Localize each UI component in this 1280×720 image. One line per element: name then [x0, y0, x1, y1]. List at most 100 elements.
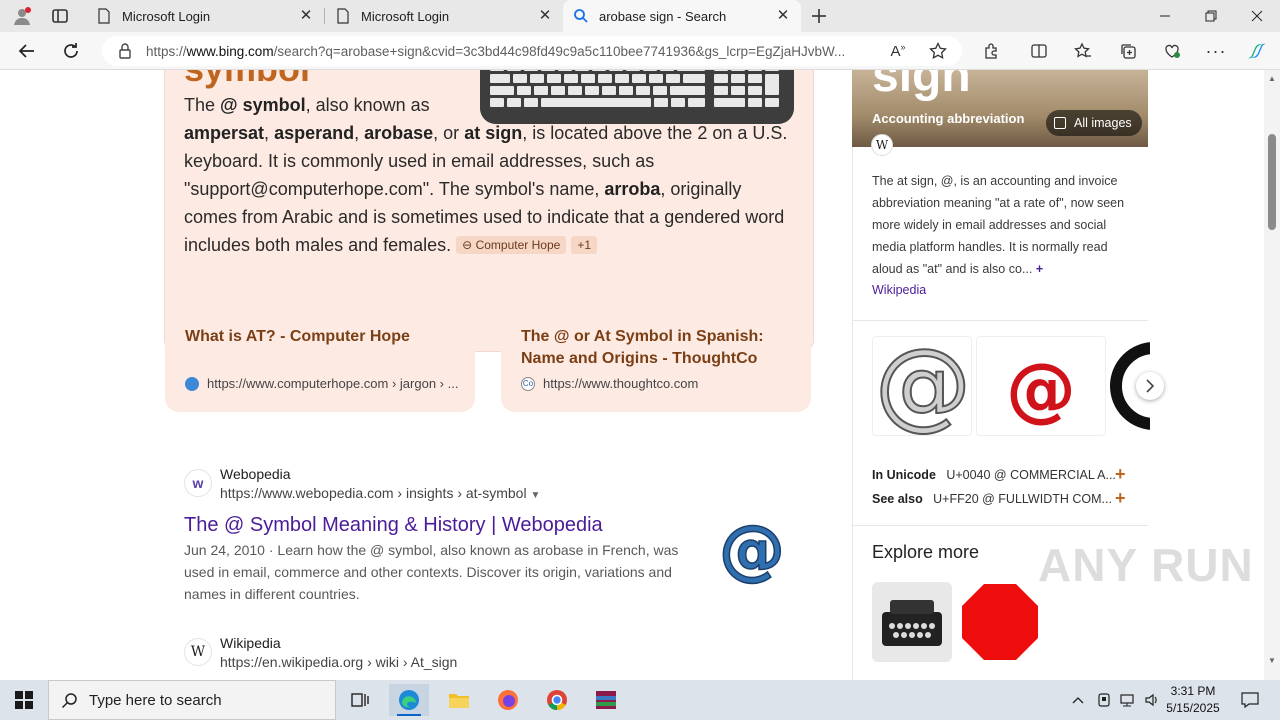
search-icon — [61, 692, 79, 714]
collections-icon[interactable] — [1115, 38, 1141, 64]
chrome-icon[interactable] — [537, 684, 577, 716]
image-thumb-red-at[interactable]: @ — [976, 336, 1106, 436]
tab-label: Microsoft Login — [361, 8, 450, 24]
split-screen-icon[interactable] — [1026, 38, 1052, 64]
new-tab-icon[interactable] — [809, 6, 829, 26]
task-view-icon[interactable] — [340, 684, 380, 716]
result-url-text: https://www.webopedia.com › insights › a… — [220, 485, 527, 501]
refresh-button[interactable] — [58, 38, 84, 64]
settings-more-icon[interactable]: ··· — [1203, 38, 1229, 64]
answer-text-part: , or — [433, 123, 465, 143]
webopedia-favicon-icon: w — [184, 469, 212, 497]
close-window-button[interactable] — [1234, 0, 1280, 32]
scroll-down-icon[interactable]: ▼ — [1268, 656, 1276, 665]
network-icon[interactable] — [1116, 684, 1140, 716]
page-icon — [96, 8, 112, 24]
file-explorer-icon[interactable] — [439, 684, 479, 716]
lock-icon[interactable] — [118, 43, 132, 62]
related-card-computerhope[interactable]: What is AT? - Computer Hope https://www.… — [165, 306, 475, 412]
image-thumb-silver-at[interactable]: @ — [872, 336, 972, 436]
wikipedia-source-link[interactable]: Wikipedia — [872, 283, 926, 297]
answer-text-part: The — [184, 95, 221, 115]
answer-text-part: , — [354, 123, 365, 143]
explore-more-heading: Explore more — [872, 542, 980, 562]
taskbar-search-box[interactable]: Type here to search — [48, 680, 336, 720]
copilot-icon[interactable] — [1244, 38, 1270, 64]
notifications-icon[interactable] — [1230, 684, 1270, 716]
answer-keyword: asperand — [274, 123, 355, 143]
windows-start-icon[interactable] — [4, 684, 44, 716]
explore-thumb-stop-sign[interactable] — [960, 582, 1040, 662]
taskbar-clock[interactable]: 3:31 PM 5/15/2025 — [1160, 683, 1226, 717]
device-icon[interactable] — [1092, 684, 1116, 716]
expand-plus-icon[interactable]: + — [1115, 464, 1126, 485]
page-icon — [335, 8, 351, 24]
url-path: /search?q=arobase+sign&cvid=3c3bd44c98fd… — [273, 43, 846, 59]
card-url: Co https://www.thoughtco.com — [521, 376, 698, 391]
next-images-button[interactable] — [1136, 372, 1164, 400]
result-url[interactable]: https://en.wikipedia.org › wiki › At_sig… — [220, 654, 457, 670]
profile-icon[interactable] — [12, 6, 32, 26]
result-date: Jun 24, 2010 · — [184, 542, 278, 558]
tab-arobase-search[interactable]: arobase sign - Search ✕ — [563, 0, 801, 32]
winrar-icon[interactable] — [586, 684, 626, 716]
result-snippet: Jun 24, 2010 · Learn how the @ symbol, a… — [184, 539, 706, 605]
extensions-icon[interactable] — [978, 38, 1004, 64]
close-icon[interactable]: ✕ — [298, 8, 314, 24]
scrollbar-thumb[interactable] — [1268, 134, 1276, 230]
tab-microsoft-login-2[interactable]: Microsoft Login ✕ — [325, 0, 563, 32]
hero-subtitle: Accounting abbreviation — [872, 111, 1025, 126]
fact-see-also: See also U+FF20 @ FULLWIDTH COM... — [872, 492, 1112, 506]
citation-more-badge[interactable]: +1 — [571, 236, 597, 254]
fact-label: See also — [872, 492, 923, 506]
at-sign-result-image[interactable]: @ — [712, 510, 792, 592]
back-button[interactable] — [14, 38, 40, 64]
close-icon[interactable]: ✕ — [537, 8, 553, 24]
restore-button[interactable] — [1188, 0, 1234, 32]
favorites-icon[interactable] — [1070, 38, 1096, 64]
all-images-button[interactable]: All images — [1046, 110, 1142, 136]
expand-plus-icon[interactable]: + — [1036, 262, 1043, 276]
expand-plus-icon[interactable]: + — [1115, 488, 1126, 509]
close-icon[interactable]: ✕ — [775, 8, 791, 24]
answer-keyword: ampersat — [184, 123, 265, 143]
result-title-link[interactable]: The @ Symbol Meaning & History | Weboped… — [184, 514, 603, 537]
card-title[interactable]: The @ or At Symbol in Spanish: Name and … — [521, 326, 781, 370]
related-card-thoughtco[interactable]: The @ or At Symbol in Spanish: Name and … — [501, 306, 811, 412]
answer-keyword: arroba — [604, 179, 661, 199]
edge-taskbar-icon[interactable] — [389, 684, 429, 716]
divider — [852, 525, 1148, 526]
tab-microsoft-login-1[interactable]: Microsoft Login ✕ — [86, 0, 324, 32]
answer-text-part: , also known as — [305, 95, 430, 115]
url-domain: www.bing.com — [186, 43, 274, 59]
explore-thumb-typewriter[interactable] — [872, 582, 952, 662]
firefox-icon[interactable] — [488, 684, 528, 716]
page-scrollbar[interactable]: ▲ ▼ — [1264, 70, 1280, 680]
read-aloud-icon[interactable]: A» — [885, 38, 911, 64]
url-prefix: https:// — [146, 43, 187, 59]
fact-value: U+FF20 @ FULLWIDTH COM... — [933, 492, 1112, 506]
citation-badge[interactable]: ⊖ Computer Hope — [456, 236, 567, 254]
card-url-text: https://www.thoughtco.com — [543, 376, 699, 391]
answer-keyword: at sign — [464, 123, 523, 143]
card-url: https://www.computerhope.com › jargon › … — [185, 376, 458, 391]
result-url[interactable]: https://www.webopedia.com › insights › a… — [220, 485, 540, 501]
result-site-name: Webopedia — [220, 466, 291, 482]
windows-taskbar: Type here to search 3:31 PM 5/15/2025 — [0, 680, 1280, 720]
address-bar[interactable]: https://www.bing.com/search?q=arobase+si… — [102, 36, 962, 66]
svg-text:@: @ — [719, 512, 785, 588]
watermark-logo: ANY RUN — [1038, 539, 1254, 591]
browser-essentials-icon[interactable] — [1159, 38, 1185, 64]
chevron-up-icon[interactable] — [1066, 684, 1090, 716]
favorite-star-icon[interactable] — [925, 38, 951, 64]
card-title[interactable]: What is AT? - Computer Hope — [185, 326, 435, 348]
svg-text:@: @ — [875, 337, 971, 436]
chevron-right-icon — [1146, 379, 1155, 393]
minimize-button[interactable] — [1142, 0, 1188, 32]
knowledge-hero-image[interactable]: sign Accounting abbreviation All images — [852, 70, 1148, 147]
result-site-name: Wikipedia — [220, 635, 281, 651]
answer-keyword: arobase — [364, 123, 434, 143]
scroll-up-icon[interactable]: ▲ — [1268, 74, 1276, 83]
chevron-down-icon[interactable]: ▼ — [530, 490, 540, 501]
tab-actions-icon[interactable] — [50, 6, 70, 26]
